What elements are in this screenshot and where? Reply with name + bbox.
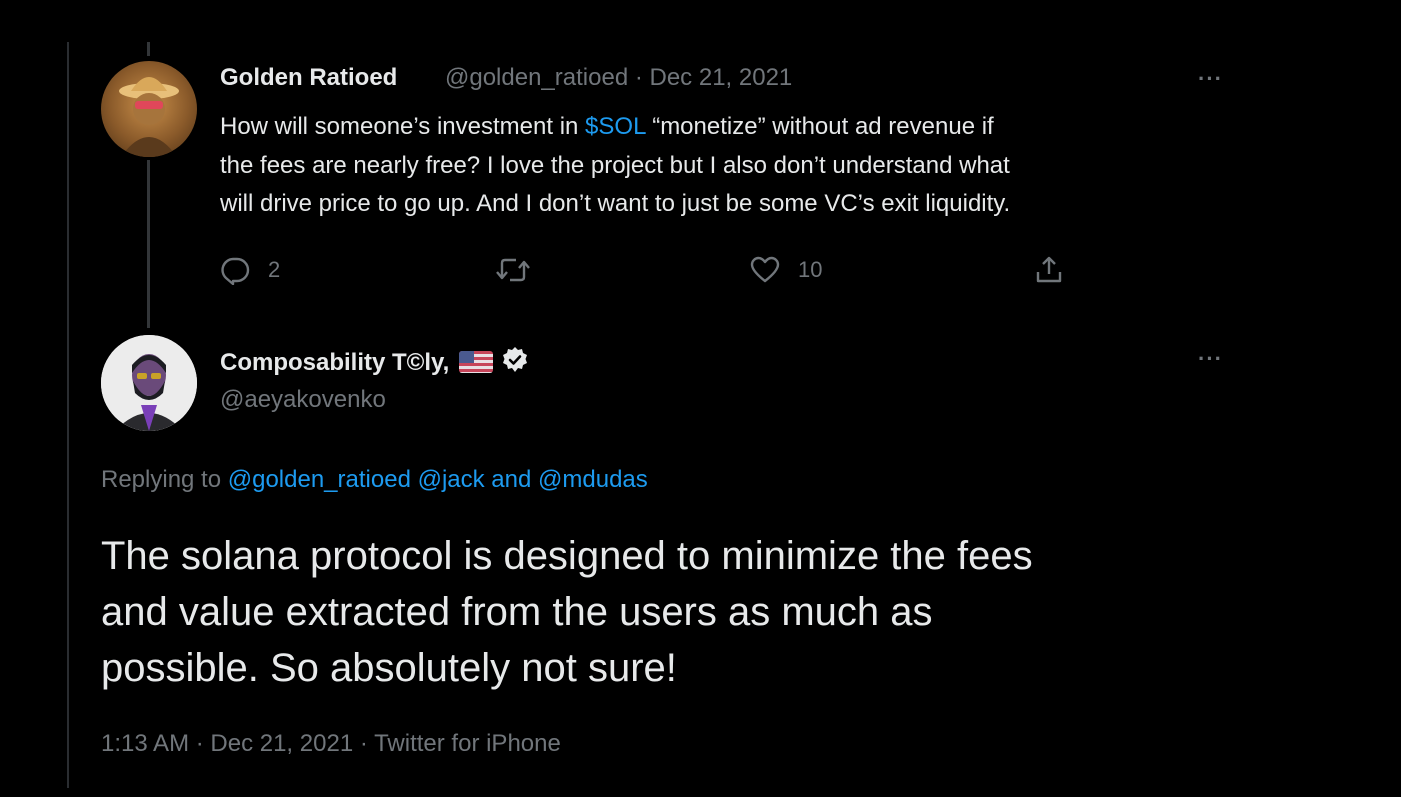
parent-action-bar: 2 10 <box>220 253 1080 287</box>
replying-and[interactable]: and <box>485 466 538 493</box>
retweet-button[interactable] <box>496 253 548 287</box>
reply-icon <box>221 257 250 285</box>
reply-text-line-1: The solana protocol is designed to minim… <box>101 534 1033 578</box>
replying-to-line: Replying to @golden_ratioed @jack and @m… <box>101 466 648 494</box>
share-button[interactable] <box>1034 253 1064 287</box>
parent-text-before: How will someone’s investment in <box>220 113 586 140</box>
avatar-aeyakovenko[interactable] <box>101 335 197 431</box>
heart-icon <box>750 256 780 283</box>
parent-text-line-3: will drive price to go up. And I don’t w… <box>220 190 1011 217</box>
parent-text-line-1: How will someone’s investment in $SOL “m… <box>220 108 1230 147</box>
share-icon <box>1036 256 1062 283</box>
parent-date[interactable]: Dec 21, 2021 <box>650 64 793 91</box>
parent-tweet-text: How will someone’s investment in $SOL “m… <box>220 108 1230 224</box>
reply-text-line-2: and value extracted from the users as mu… <box>101 590 933 634</box>
parent-more-button[interactable]: ··· <box>1198 66 1223 92</box>
reply-author-name-row: Composability T©ly, <box>220 346 529 377</box>
reply-author-name[interactable]: Composability T©ly, <box>220 349 449 376</box>
cashtag-sol[interactable]: $SOL <box>585 113 645 140</box>
thread-connector <box>147 160 150 328</box>
like-button[interactable]: 10 <box>750 253 822 287</box>
parent-separator: · <box>628 64 650 91</box>
replying-prefix: Replying to <box>101 466 228 493</box>
retweet-icon <box>496 258 530 282</box>
left-border <box>67 42 69 788</box>
parent-text-after: “monetize” without ad revenue if <box>645 113 994 140</box>
parent-author-handle[interactable]: @golden_ratioed <box>445 64 628 91</box>
avatar-illustration-icon <box>101 335 197 431</box>
avatar-golden-ratioed[interactable] <box>101 61 197 157</box>
meta-separator-1: · <box>189 730 211 757</box>
parent-text-line-2: the fees are nearly free? I love the pro… <box>220 151 1010 179</box>
meta-separator-2: · <box>353 730 375 757</box>
like-count: 10 <box>798 257 823 282</box>
avatar-illustration-icon <box>119 77 179 157</box>
parent-author-meta: @golden_ratioed · Dec 21, 2021 <box>445 64 792 92</box>
thread-connector-top <box>147 42 150 56</box>
reply-time[interactable]: 1:13 AM <box>101 730 189 757</box>
reply-text-line-3: possible. So absolutely not sure! <box>101 646 677 690</box>
reply-date[interactable]: Dec 21, 2021 <box>210 730 353 757</box>
reply-more-button[interactable]: ··· <box>1198 346 1223 372</box>
reply-tweet-text: The solana protocol is designed to minim… <box>101 528 1221 696</box>
mention-golden-ratioed[interactable]: @golden_ratioed <box>228 466 411 493</box>
parent-author-name[interactable]: Golden Ratioed <box>220 64 397 92</box>
us-flag-icon <box>459 351 494 373</box>
mention-jack[interactable]: @jack <box>418 466 485 493</box>
reply-source[interactable]: Twitter for iPhone <box>374 730 561 757</box>
reply-button[interactable]: 2 <box>220 253 280 287</box>
verified-badge-icon <box>503 347 528 372</box>
reply-count: 2 <box>268 257 281 282</box>
reply-timestamp-row: 1:13 AM · Dec 21, 2021 · Twitter for iPh… <box>101 730 561 758</box>
mention-mdudas[interactable]: @mdudas <box>538 466 648 493</box>
reply-author-handle[interactable]: @aeyakovenko <box>220 386 386 414</box>
